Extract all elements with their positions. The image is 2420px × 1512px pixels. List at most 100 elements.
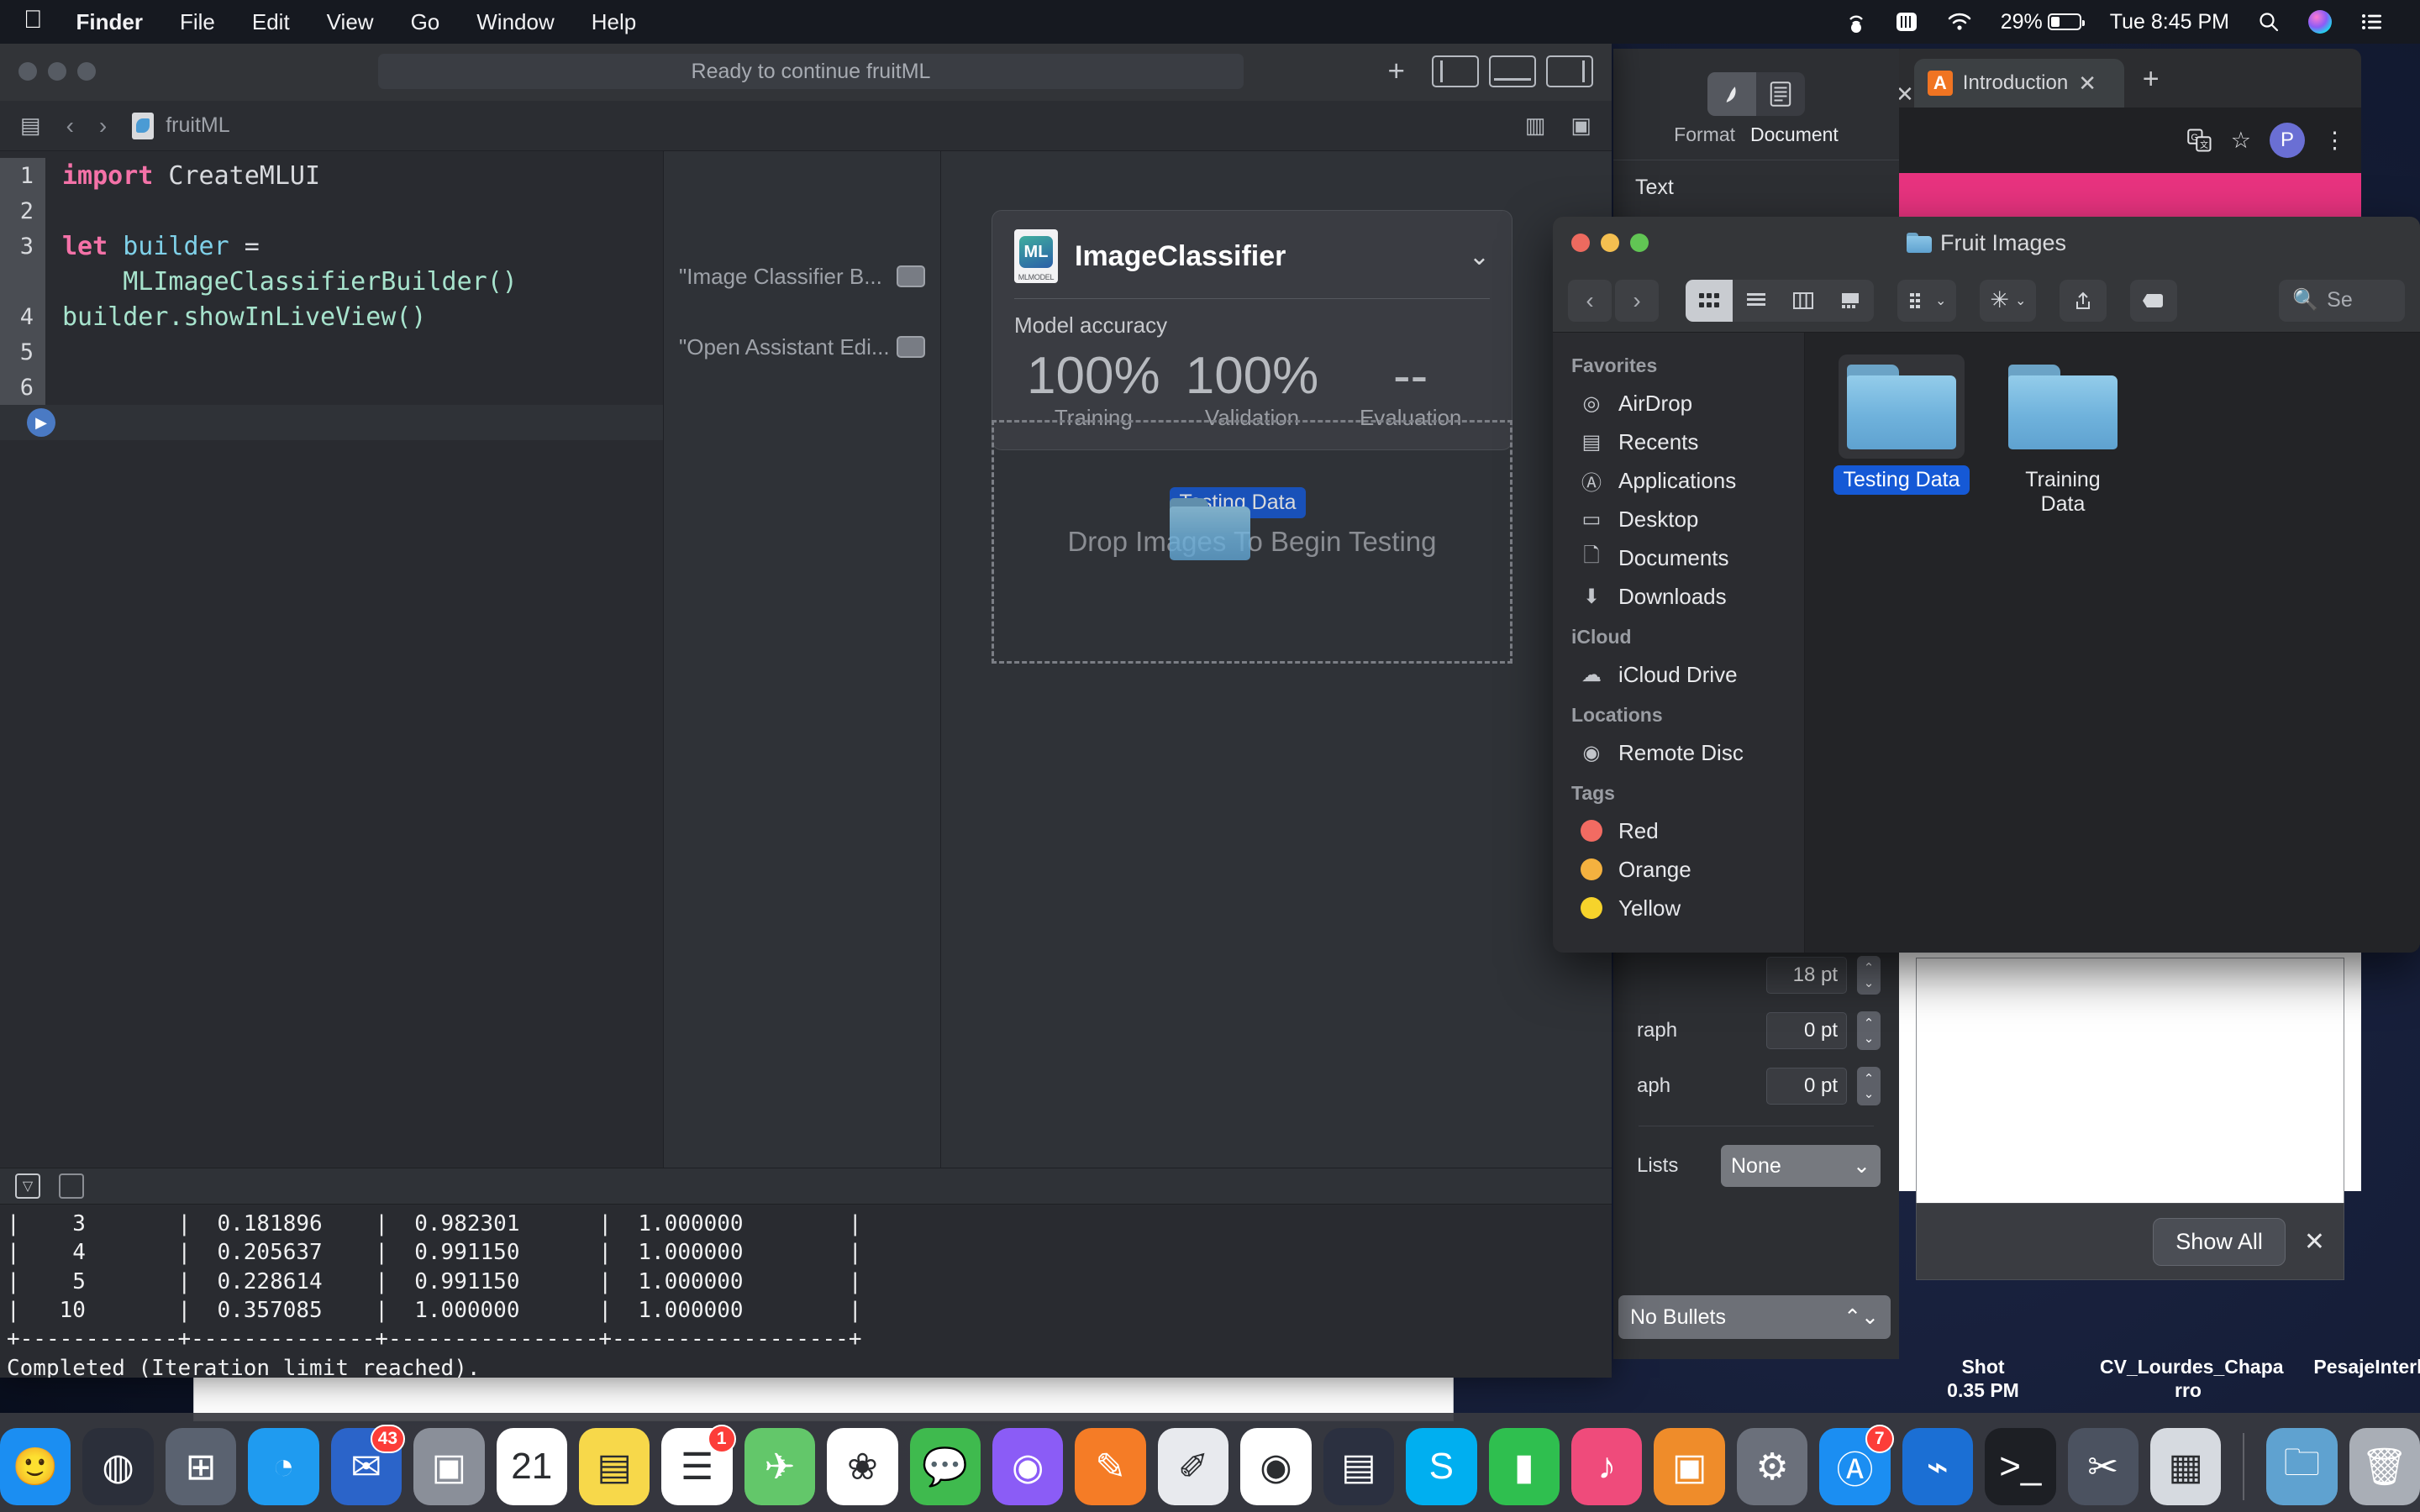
finder-file-grid[interactable]: Testing Data Training Data: [1805, 333, 2420, 953]
desktop-file-item[interactable]: Shot 0.35 PM: [1895, 1355, 2071, 1404]
dock-item-numbers[interactable]: ▮: [1488, 1428, 1560, 1505]
dock-item-reminders[interactable]: ☰ 1: [661, 1425, 736, 1505]
dock-item-system-preferences[interactable]: ⚙: [1736, 1428, 1808, 1505]
menu-item-view[interactable]: View: [308, 9, 392, 35]
arrange-button[interactable]: ⌄: [1897, 279, 1957, 322]
sidebar-item-airdrop[interactable]: ◎ AirDrop: [1553, 384, 1804, 423]
editor-options-icon[interactable]: ▥: [1525, 113, 1546, 139]
screenshot-preview[interactable]: [1916, 958, 2344, 1210]
chevron-down-icon[interactable]: ⌄: [1469, 242, 1490, 271]
tab-close-icon[interactable]: ✕: [2078, 71, 2096, 97]
sidebar-item-documents[interactable]: 🗋 Documents: [1553, 538, 1804, 577]
after-paragraph-stepper[interactable]: ⌃ ⌄: [1857, 1067, 1881, 1105]
dock-item-itunes[interactable]: ♪: [1570, 1428, 1643, 1505]
dock-item-mail[interactable]: ✉ 43: [330, 1425, 406, 1505]
sidebar-item-downloads[interactable]: ⬇ Downloads: [1553, 577, 1804, 616]
search-input[interactable]: 🔍 Se: [2279, 279, 2405, 322]
close-icon[interactable]: ✕: [2304, 1227, 2325, 1257]
add-button[interactable]: +: [1371, 55, 1422, 88]
sidebar-item-orange[interactable]: Orange: [1553, 850, 1804, 889]
dock-item-app-store[interactable]: Ⓐ 7: [1819, 1425, 1894, 1505]
finder-window[interactable]: Fruit Images ‹ › ⌄ ✳ ⌄ 🔍 Se Favorites ◎ …: [1553, 217, 2420, 953]
apple-logo-icon[interactable]: : [24, 8, 58, 36]
spacing-stepper[interactable]: ⌃ ⌄: [1857, 956, 1881, 995]
personal-hotspot-icon[interactable]: [1832, 9, 1881, 34]
icon-view-button[interactable]: [1686, 279, 1733, 322]
dock-item-podcasts[interactable]: ◉: [992, 1428, 1064, 1505]
result-row[interactable]: "Image Classifier B...: [664, 259, 940, 294]
menu-item-help[interactable]: Help: [573, 9, 655, 35]
code-editor[interactable]: 1 import CreateMLUI 2 3 let builder = MLImag…: [0, 151, 664, 1168]
code-text[interactable]: let builder =: [45, 232, 260, 261]
close-button[interactable]: [18, 62, 37, 81]
avatar[interactable]: P: [2270, 123, 2305, 158]
show-all-button[interactable]: Show All: [2153, 1217, 2286, 1266]
debug-area-toggle-button[interactable]: [1489, 55, 1536, 87]
dock-item-contacts[interactable]: ▣: [413, 1428, 485, 1505]
tab-label-format[interactable]: Format: [1674, 123, 1735, 146]
maximize-button[interactable]: [77, 62, 96, 81]
pages-inspector-tabs[interactable]: [1613, 49, 1899, 116]
file-tile[interactable]: Testing Data: [1830, 354, 1973, 953]
translate-icon[interactable]: G文: [2187, 128, 2212, 153]
lists-select[interactable]: None ⌄: [1721, 1145, 1881, 1187]
bookmark-star-icon[interactable]: ☆: [2231, 128, 2251, 154]
dock-item-siri[interactable]: ◍: [82, 1428, 154, 1505]
menu-item-go[interactable]: Go: [392, 9, 459, 35]
run-playground-button[interactable]: ▶: [27, 408, 55, 437]
sidebar-item-applications[interactable]: Ⓐ Applications: [1553, 461, 1804, 500]
assistant-editor-icon[interactable]: ▣: [1570, 113, 1591, 139]
column-view-button[interactable]: [1780, 280, 1827, 322]
battery-status[interactable]: 29%: [1986, 10, 2096, 34]
dock-item-notes[interactable]: ▤: [578, 1428, 650, 1505]
list-view-button[interactable]: [1733, 280, 1780, 322]
sidebar-item-yellow[interactable]: Yellow: [1553, 889, 1804, 927]
dragged-folder-ghost[interactable]: Testing Data: [1166, 486, 1309, 560]
menu-item-finder[interactable]: Finder: [58, 9, 161, 35]
code-text[interactable]: builder.showInLiveView(): [45, 302, 426, 332]
control-center-icon[interactable]: [2346, 12, 2398, 32]
share-button[interactable]: [2060, 279, 2107, 322]
dock-item-textedit[interactable]: ✐: [1157, 1428, 1229, 1505]
chevron-left-icon[interactable]: ‹: [66, 113, 74, 139]
spotlight-search-icon[interactable]: [2244, 11, 2294, 33]
dock-item-finder[interactable]: 🙂: [0, 1428, 71, 1505]
menu-bar-clock[interactable]: Tue 8:45 PM: [2096, 10, 2244, 34]
quick-look-button[interactable]: [897, 336, 925, 358]
siri-icon[interactable]: [2294, 10, 2346, 34]
dock-item-maps[interactable]: ✈: [744, 1428, 816, 1505]
quick-look-button[interactable]: [897, 265, 925, 287]
dock-item-utilities[interactable]: ✂: [2067, 1428, 2139, 1505]
file-tile[interactable]: Training Data: [1991, 354, 2134, 953]
dock-item-messages[interactable]: 💬: [909, 1428, 981, 1505]
result-row[interactable]: "Open Assistant Edi...: [664, 329, 940, 365]
dock-item-skype[interactable]: S: [1406, 1428, 1477, 1505]
console-filter-button[interactable]: ▽: [15, 1173, 40, 1199]
forward-button[interactable]: ›: [1615, 279, 1659, 322]
back-button[interactable]: ‹: [1568, 279, 1612, 322]
code-text[interactable]: import CreateMLUI: [45, 161, 320, 191]
chrome-tab[interactable]: A Introduction ✕: [1913, 59, 2124, 108]
related-items-icon[interactable]: ▤: [20, 113, 41, 139]
sidebar-item-icloud-drive[interactable]: ☁ iCloud Drive: [1553, 655, 1804, 694]
chrome-tab-strip[interactable]: ✕ A Introduction ✕ +: [1891, 49, 2361, 108]
menu-item-file[interactable]: File: [161, 9, 234, 35]
image-dropzone[interactable]: Drop Images To Begin Testing: [992, 420, 1512, 664]
sidebar-item-recents[interactable]: ▤ Recents: [1553, 423, 1804, 461]
menu-item-window[interactable]: Window: [458, 9, 572, 35]
xcode-window[interactable]: Ready to continue fruitML + ▤ ‹ › fruitM…: [0, 42, 1612, 1378]
menu-item-edit[interactable]: Edit: [234, 9, 308, 35]
minimize-button[interactable]: [48, 62, 66, 81]
chevron-right-icon[interactable]: ›: [99, 113, 107, 139]
sidebar-item-remote-disc[interactable]: ◉ Remote Disc: [1553, 733, 1804, 772]
spacing-value-field[interactable]: 18 pt: [1766, 957, 1847, 994]
new-tab-icon[interactable]: +: [2124, 63, 2176, 108]
before-paragraph-stepper[interactable]: ⌃ ⌄: [1857, 1011, 1881, 1050]
dock-item-chrome[interactable]: ◉: [1240, 1428, 1312, 1505]
before-paragraph-field[interactable]: 0 pt: [1766, 1012, 1847, 1049]
gallery-view-button[interactable]: [1827, 280, 1874, 322]
dock-item-downloads-stack[interactable]: 🗀: [2266, 1428, 2338, 1505]
dock-item-safari[interactable]: ◔: [248, 1428, 319, 1505]
after-paragraph-field[interactable]: 0 pt: [1766, 1068, 1847, 1105]
navigator-toggle-button[interactable]: [1432, 55, 1479, 87]
